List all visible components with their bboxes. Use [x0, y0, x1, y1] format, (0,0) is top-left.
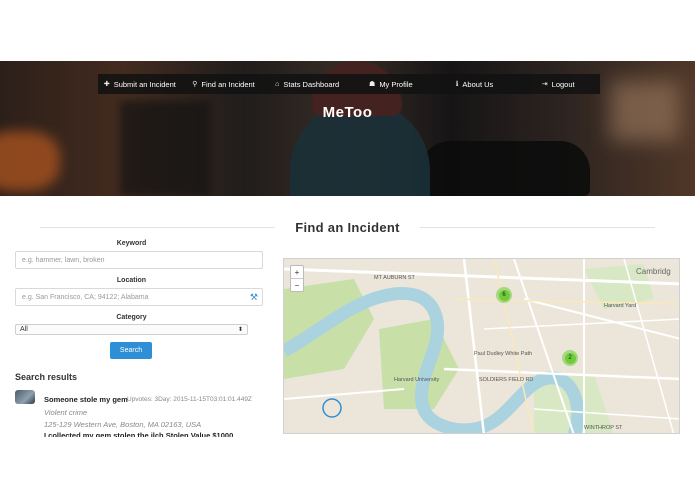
category-select[interactable]: All ⬍ [15, 324, 248, 335]
location-placeholder: e.g. San Francisco, CA; 94122; Alabama [22, 293, 149, 301]
incident-map[interactable]: + − 6 2 Cambridg Harvard University MT A… [283, 258, 680, 434]
category-value: All [20, 326, 28, 333]
info-icon: ℹ [455, 81, 459, 88]
result-title[interactable]: Someone stole my gem [44, 395, 128, 404]
map-cluster-marker[interactable]: 6 [496, 287, 512, 303]
divider [419, 227, 655, 228]
keyword-input[interactable]: e.g. hammer, lawn, broken [15, 251, 263, 269]
map-cluster-marker[interactable]: 2 [562, 350, 578, 366]
nav-my-profile[interactable]: ☗ My Profile [349, 80, 433, 89]
top-navbar: ✚ Submit an Incident ⚲ Find an Incident … [98, 74, 600, 94]
category-label: Category [116, 314, 147, 321]
brand-title: MeToo [322, 104, 373, 121]
map-tiles [284, 259, 679, 433]
locate-icon[interactable]: ⚒ [250, 292, 258, 303]
divider [40, 227, 276, 228]
result-address: 125-129 Western Ave, Boston, MA 02163, U… [44, 420, 202, 429]
cluster-count: 6 [498, 289, 510, 301]
result-description: I collected my gem stolen the ilch Stole… [44, 432, 234, 437]
nav-label: Stats Dashboard [283, 79, 340, 89]
section-header: Find an Incident [0, 220, 695, 235]
user-icon: ☗ [369, 81, 376, 88]
zoom-out-button[interactable]: − [291, 278, 303, 291]
page-title: Find an Incident [295, 220, 400, 235]
nav-stats-dashboard[interactable]: ⌂ Stats Dashboard [265, 80, 349, 89]
nav-submit-incident[interactable]: ✚ Submit an Incident [98, 80, 182, 89]
result-thumbnail[interactable] [15, 390, 35, 404]
keyword-label: Keyword [116, 240, 147, 247]
location-input[interactable]: e.g. San Francisco, CA; 94122; Alabama ⚒ [15, 288, 263, 306]
map-label-mt-auburn: MT AUBURN ST [374, 275, 415, 281]
map-label-cambridge: Cambridg [636, 267, 671, 276]
nav-about-us[interactable]: ℹ About Us [433, 80, 517, 89]
nav-label: Logout [551, 79, 575, 89]
search-button[interactable]: Search [110, 342, 152, 359]
map-label-winthrop: WINTHROP ST [584, 425, 623, 431]
results-title: Search results [15, 372, 78, 382]
nav-label: Find an Incident [201, 79, 255, 89]
nav-find-incident[interactable]: ⚲ Find an Incident [182, 80, 266, 89]
home-icon: ⌂ [275, 80, 280, 88]
map-label-soldiers-field: SOLDIERS FIELD RD [479, 377, 534, 383]
location-label: Location [116, 277, 147, 284]
nav-logout[interactable]: ⇥ Logout [516, 80, 600, 89]
result-meta: Upvotes: 3Day: 2015-11-15T03:01:01.449Z [127, 396, 252, 403]
map-label-paul-dudley: Paul Dudley White Path [474, 351, 533, 357]
nav-label: My Profile [379, 79, 413, 89]
map-label-harvard-university: Harvard University [394, 377, 440, 383]
select-arrows-icon: ⬍ [237, 327, 243, 333]
zoom-in-button[interactable]: + [291, 266, 303, 278]
result-type: Violent crime [44, 408, 88, 417]
keyword-placeholder: e.g. hammer, lawn, broken [22, 256, 105, 264]
map-zoom-control: + − [290, 265, 304, 292]
search-icon: ⚲ [192, 81, 198, 88]
nav-label: About Us [462, 79, 494, 89]
map-label-harvard-yard: Harvard Yard [604, 303, 637, 309]
cluster-count: 2 [564, 352, 576, 364]
logout-icon: ⇥ [541, 81, 548, 88]
nav-label: Submit an Incident [113, 79, 176, 89]
plus-icon: ✚ [103, 81, 110, 88]
